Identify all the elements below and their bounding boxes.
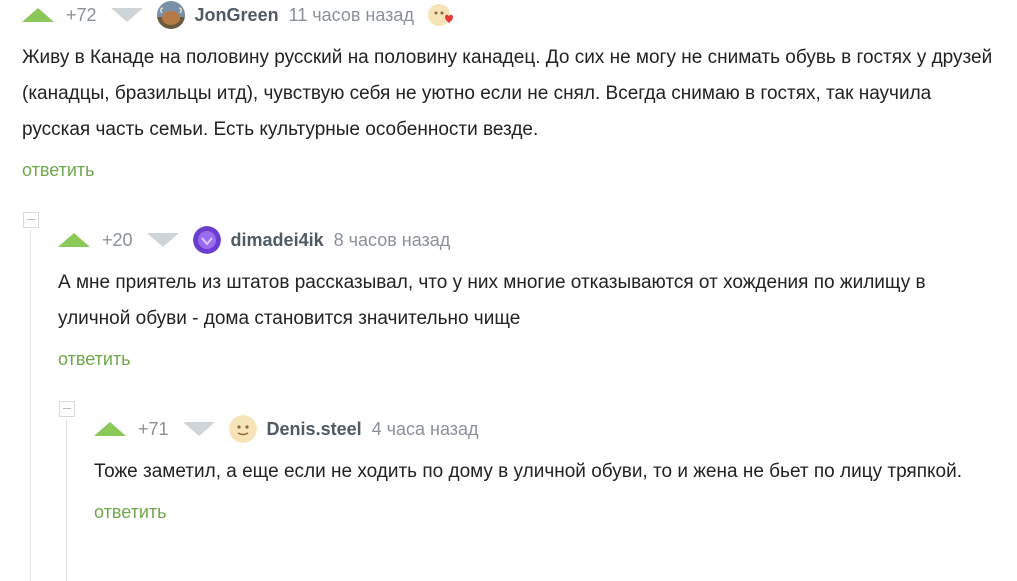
comment-rating: +71 (138, 418, 169, 439)
comment-header: +20 dimadei4ik 8 часов назад (58, 225, 997, 255)
comment-header: +71 Denis.steel 4 часа назад (94, 414, 997, 444)
highland-cow-avatar-icon (156, 1, 185, 29)
comment-time: 8 часов назад (333, 229, 451, 250)
avatar[interactable] (228, 415, 257, 443)
comment-author[interactable]: dimadei4ik (231, 230, 324, 251)
downvote-arrow-icon[interactable] (182, 422, 215, 436)
comment-1: +72 JonGreen 11 часов назад Живу в Канад… (22, 0, 997, 181)
comment-text: Тоже заметил, а еще если не ходить по до… (94, 461, 962, 482)
avatar[interactable] (192, 226, 221, 254)
thread-branch-line (66, 419, 67, 581)
collapse-thread-button[interactable] (59, 401, 75, 417)
upvote-arrow-icon[interactable] (94, 422, 126, 436)
reply-link[interactable]: ответить (58, 349, 131, 370)
upvote-arrow-icon[interactable] (58, 233, 90, 247)
thread-branch-line (30, 230, 31, 581)
collapse-thread-button[interactable] (23, 212, 39, 228)
upvote-arrow-icon[interactable] (22, 8, 54, 22)
comment-text: Живу в Канаде на половину русский на пол… (22, 47, 993, 140)
downvote-arrow-icon[interactable] (146, 233, 179, 247)
comment-header: +72 JonGreen 11 часов назад (22, 0, 997, 30)
purple-avatar-icon (192, 226, 221, 254)
comment-author[interactable]: Denis.steel (267, 419, 362, 440)
avatar[interactable] (156, 1, 185, 29)
comment-time: 11 часов назад (288, 4, 414, 25)
comment-2: +20 dimadei4ik 8 часов назад А мне прият… (58, 225, 997, 370)
comment-3: +71 Denis.steel 4 часа назад Тоже замети… (94, 414, 997, 523)
comment-time: 4 часа назад (371, 418, 479, 439)
comment-text: А мне приятель из штатов рассказывал, чт… (58, 272, 926, 329)
heart-badge-icon (426, 0, 456, 30)
comment-rating: +20 (102, 229, 133, 250)
downvote-arrow-icon[interactable] (110, 8, 143, 22)
comment-rating: +72 (66, 4, 97, 25)
default-yellow-avatar-icon (228, 415, 257, 443)
reply-link[interactable]: ответить (94, 502, 167, 523)
comment-author[interactable]: JonGreen (195, 5, 279, 26)
reply-link[interactable]: ответить (22, 160, 95, 181)
